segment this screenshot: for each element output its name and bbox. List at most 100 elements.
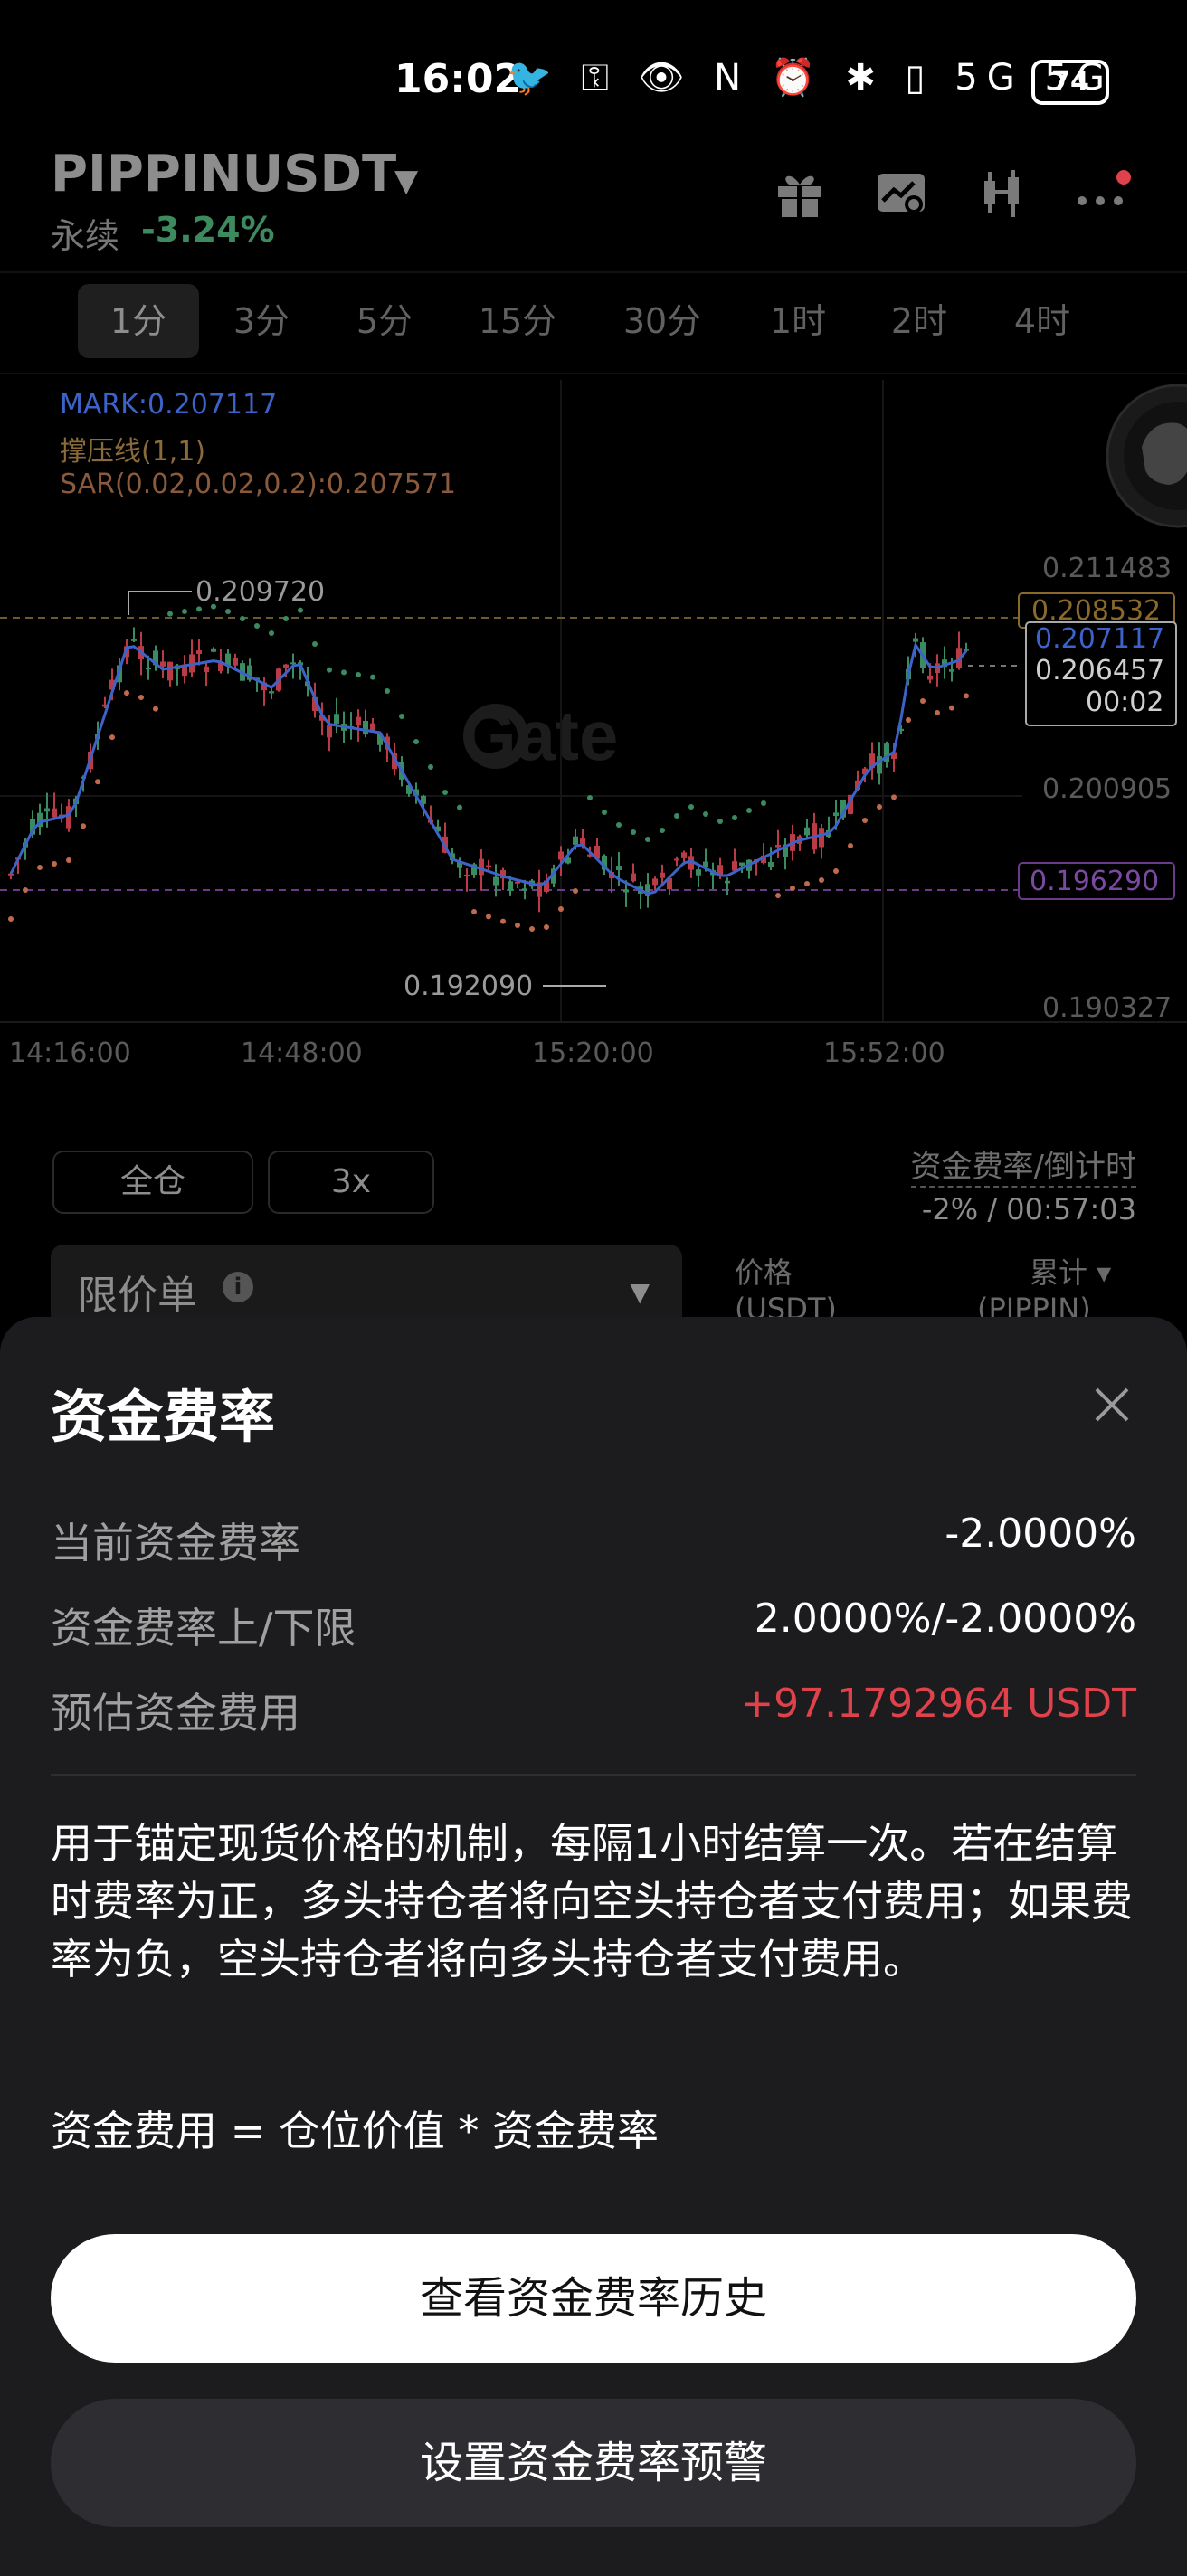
candle-body <box>775 845 781 848</box>
divider <box>51 1774 1136 1776</box>
sar-dot <box>515 923 520 928</box>
candle-body <box>146 668 151 670</box>
symbol-title[interactable]: PIPPINUSDT <box>51 145 396 204</box>
candle-body <box>681 852 687 858</box>
sar-dot <box>558 906 564 912</box>
set-funding-alert-button[interactable]: 设置资金费率预警 <box>51 2399 1136 2527</box>
candle-body <box>233 657 238 666</box>
sar-dot <box>457 804 462 810</box>
assistant-bubble-icon[interactable] <box>1106 384 1187 537</box>
sar-dot <box>573 888 578 894</box>
sar-dot <box>442 790 448 795</box>
sar-dot <box>66 857 71 863</box>
funding-rate-label[interactable]: 资金费率/倒计时 <box>910 1141 1136 1188</box>
candle-body <box>949 669 954 672</box>
sar-dot <box>298 607 303 613</box>
tab-1m[interactable]: 1分 <box>78 284 199 358</box>
info-icon[interactable]: i <box>223 1272 253 1302</box>
candle-body <box>732 861 737 871</box>
tab-15m[interactable]: 15分 <box>463 284 572 358</box>
candlestick-icon[interactable] <box>973 165 1031 223</box>
candle-body <box>508 881 513 891</box>
candle-body <box>52 808 57 818</box>
funding-formula: 资金费用 = 仓位价值 * 资金费率 <box>51 2107 660 2155</box>
candle-body <box>522 888 527 891</box>
tab-2h[interactable]: 2时 <box>872 284 966 358</box>
sar-dot <box>920 698 926 704</box>
sar-dot <box>356 672 361 677</box>
close-icon[interactable] <box>1089 1382 1135 1427</box>
funding-rate-value: -2% / 00:57:03 <box>921 1192 1136 1226</box>
sar-dot <box>95 779 100 785</box>
candle-body <box>964 649 969 651</box>
sar-dot <box>283 616 289 621</box>
candle-body <box>660 872 665 878</box>
tab-4h[interactable]: 4时 <box>995 284 1089 358</box>
sar-dot <box>746 808 752 813</box>
sar-dot <box>587 795 593 800</box>
sar-dot <box>804 881 810 886</box>
sar-dot <box>182 609 187 614</box>
candle-body <box>927 675 933 680</box>
high-label: 0.209720 <box>195 576 325 608</box>
gift-icon[interactable] <box>771 165 829 223</box>
chart-compare-icon[interactable] <box>872 165 930 223</box>
candle-body <box>833 812 839 817</box>
tab-3m[interactable]: 3分 <box>212 284 311 358</box>
last-price-label: 0.206457 <box>1035 655 1164 687</box>
candle-body <box>131 639 137 641</box>
sar-dot <box>775 893 781 898</box>
tab-30m[interactable]: 30分 <box>606 284 718 358</box>
candle-body <box>160 661 166 667</box>
view-funding-history-button[interactable]: 查看资金费率历史 <box>51 2234 1136 2363</box>
sar-dot <box>385 688 390 694</box>
symbol-dropdown-icon[interactable]: ▼ <box>394 163 418 199</box>
sar-dot <box>37 865 43 870</box>
candle-body <box>334 714 339 724</box>
sar-dot <box>732 815 737 820</box>
timeframe-tabs: 1分 3分 5分 15分 30分 1时 2时 4时 <box>0 271 1187 374</box>
battery-icon: 74 <box>1031 60 1109 105</box>
margin-mode-button[interactable]: 全仓 <box>52 1151 253 1214</box>
price-chart[interactable]: MARK:0.207117 撑压线(1,1) SAR(0.02,0.02,0.2… <box>0 371 1187 1094</box>
sar-dot <box>877 804 882 810</box>
leverage-button[interactable]: 3x <box>268 1151 434 1214</box>
sar-dot <box>529 926 535 932</box>
sar-dot <box>674 813 679 819</box>
tab-5m[interactable]: 5分 <box>335 284 434 358</box>
sar-dot <box>645 837 650 842</box>
candle-body <box>739 862 745 866</box>
price-axis-label: 0.211483 <box>1042 553 1172 584</box>
status-icons: 🐦 ⚿ 👁 N ⏰ ✱ ▯ 5G 5G <box>507 57 1114 99</box>
price-column-header: 价格 <box>735 1255 793 1290</box>
sar-dot <box>631 829 636 835</box>
sar-dot <box>167 611 173 617</box>
tab-1h[interactable]: 1时 <box>751 284 845 358</box>
sar-dot <box>616 822 622 828</box>
candle-body <box>558 851 564 860</box>
low-label: 0.192090 <box>404 971 533 1002</box>
candle-body <box>652 878 658 886</box>
candle-body <box>768 861 774 867</box>
sar-dot <box>23 887 28 893</box>
mark-price-label: 0.207117 <box>1035 623 1164 655</box>
chevron-down-icon: ▼ <box>630 1277 650 1307</box>
candle-body <box>44 808 50 812</box>
candle-body <box>616 866 622 871</box>
candle-body <box>327 725 332 738</box>
sar-dot <box>717 819 723 824</box>
sar-dot <box>370 674 375 680</box>
candle-body <box>674 858 679 861</box>
candle-body <box>623 889 629 893</box>
candle-body <box>356 716 361 726</box>
sar-dot <box>138 695 144 701</box>
total-column-header[interactable]: 累计 ▾ <box>1030 1250 1111 1292</box>
candle-body <box>283 664 289 668</box>
sar-dot <box>486 914 491 920</box>
notification-dot <box>1116 170 1131 185</box>
current-funding-rate-row: 当前资金费率 -2.0000% <box>51 1511 1136 1567</box>
countdown-label: 00:02 <box>1086 687 1163 718</box>
sar-dot <box>964 693 969 699</box>
price-axis-label: 0.200905 <box>1042 773 1172 805</box>
chart-canvas: Gate 0.209720 0.192090 0.211483 0.208532… <box>0 380 1187 1069</box>
